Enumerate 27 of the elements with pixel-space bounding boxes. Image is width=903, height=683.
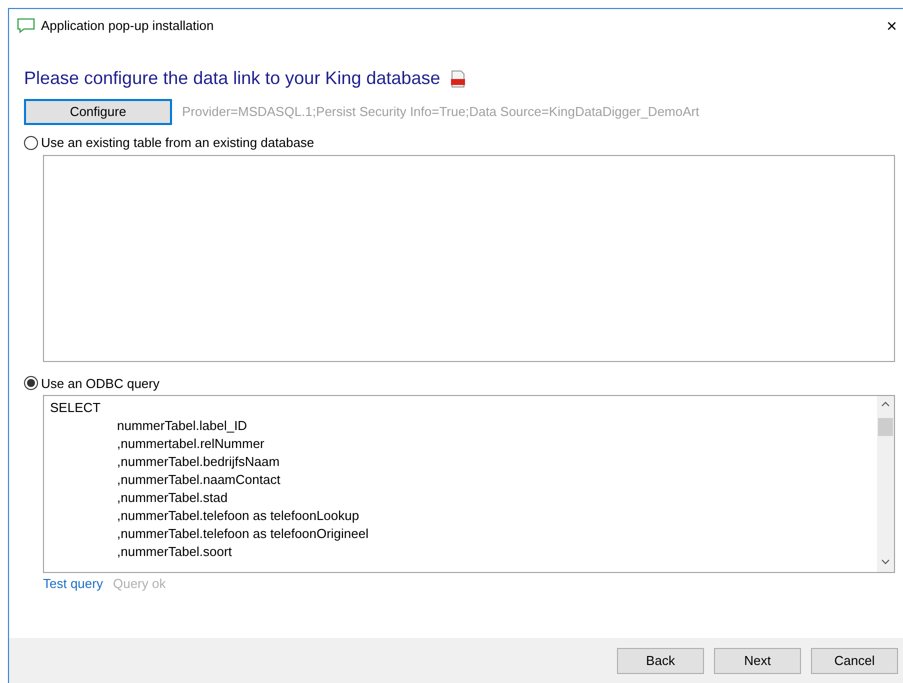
query-status: Query ok — [112, 575, 166, 593]
sql-line: ,nummerTabel.telefoon as telefoonLookup — [117, 507, 360, 525]
radio-button[interactable] — [24, 136, 38, 150]
footer-button[interactable]: Next — [714, 648, 801, 674]
sql-keyword: SELECT — [50, 399, 101, 417]
sql-line: nummerTabel.label_ID — [117, 417, 248, 435]
configure-button[interactable]: Configure — [24, 99, 172, 125]
sql-line: ,nummertabel.relNummer — [117, 435, 264, 453]
chat-bubble-icon — [17, 18, 35, 34]
window-title: Application pop-up installation — [41, 17, 214, 36]
pdf-icon[interactable] — [450, 70, 466, 88]
dialog-heading: Please configure the data link to your King database — [24, 67, 440, 90]
option-label[interactable]: Use an ODBC query — [41, 374, 160, 393]
footer-button[interactable]: Back — [617, 648, 704, 674]
query-text-area[interactable] — [43, 395, 895, 573]
footer-button[interactable]: Cancel — [811, 648, 898, 674]
test-query-link[interactable]: Test query — [43, 574, 103, 594]
option-label[interactable]: Use an existing table from an existing database — [41, 133, 314, 152]
sql-line: ,nummerTabel.naamContact — [117, 471, 280, 489]
sql-line: ,nummerTabel.telefoon as telefoonOrigineel — [117, 525, 368, 543]
sql-line: ,nummerTabel.bedrijfsNaam — [117, 453, 280, 471]
connection-string: Provider=MSDASQL.1;Persist Security Info=True;Data Source=KingDataDigger_DemoArt — [182, 103, 700, 122]
close-button[interactable]: × — [886, 17, 897, 35]
vertical-scrollbar[interactable] — [877, 396, 894, 572]
sql-line: ,nummerTabel.soort — [117, 543, 232, 561]
sql-line: ,nummerTabel.stad — [117, 489, 228, 507]
radio-button[interactable] — [24, 376, 38, 390]
